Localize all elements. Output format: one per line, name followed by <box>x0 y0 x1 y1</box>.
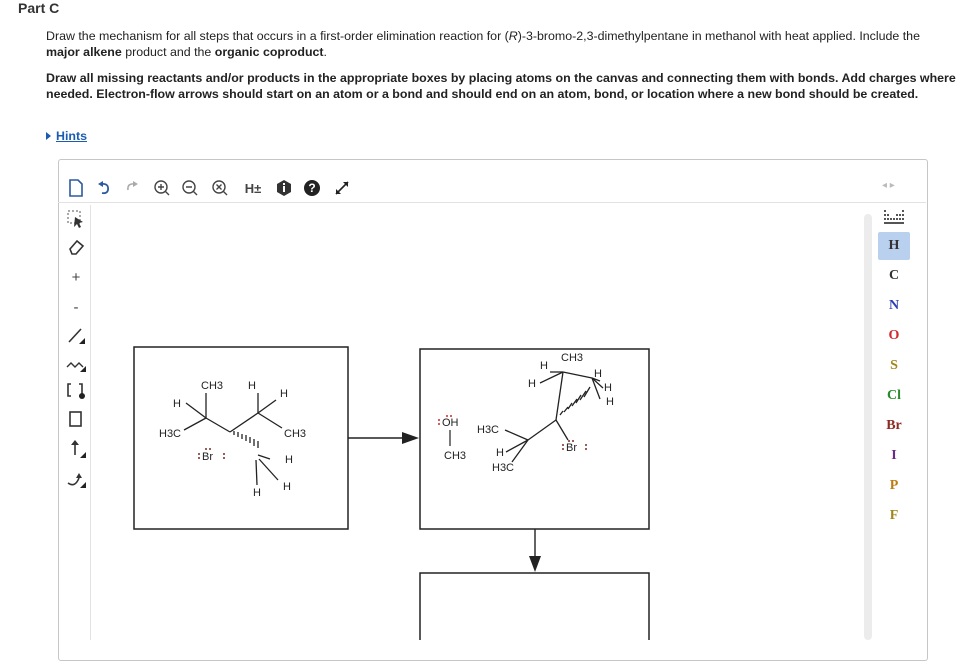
substrate-molecule <box>504 371 604 463</box>
atom-h-12: H <box>606 396 614 408</box>
atom-h-4: H <box>285 454 293 466</box>
atom-h-6: H <box>253 487 261 499</box>
atom-ch3-top-2: CH3 <box>561 352 583 364</box>
atom-oh: OH <box>442 417 459 429</box>
methanol-molecule: OH CH3 <box>438 415 466 462</box>
atom-h-10: H <box>604 382 612 394</box>
atom-h3c: H3C <box>159 428 181 440</box>
reaction-arrow-right <box>348 432 419 444</box>
atom-ch3-methanol: CH3 <box>444 450 466 462</box>
stereo-hash-bond-1 <box>233 431 259 448</box>
reaction-arrow-down <box>529 529 541 572</box>
atom-br-intermediate: Br <box>566 442 577 454</box>
atom-h-5: H <box>283 481 291 493</box>
reactant-molecule <box>183 393 283 486</box>
atom-h3c-3: H3C <box>492 462 514 474</box>
atom-h-8: H <box>528 378 536 390</box>
intermediate-box[interactable] <box>419 348 650 530</box>
atom-h-7: H <box>540 360 548 372</box>
atom-h-9: H <box>594 368 602 380</box>
atom-h-11: H <box>496 447 504 459</box>
atom-h3c-2: H3C <box>477 424 499 436</box>
chemistry-canvas[interactable]: CH3 H H H H3C CH3 Br H H H OH CH3 CH3 H … <box>0 0 969 640</box>
product-box[interactable] <box>419 572 650 640</box>
atom-ch3-top: CH3 <box>201 380 223 392</box>
atom-ch3-right: CH3 <box>284 428 306 440</box>
atom-h-3: H <box>173 398 181 410</box>
stereo-hash-bond-2 <box>559 386 591 416</box>
atom-h-2: H <box>280 388 288 400</box>
atom-h-1: H <box>248 380 256 392</box>
atom-br-reactant: Br <box>202 451 213 463</box>
